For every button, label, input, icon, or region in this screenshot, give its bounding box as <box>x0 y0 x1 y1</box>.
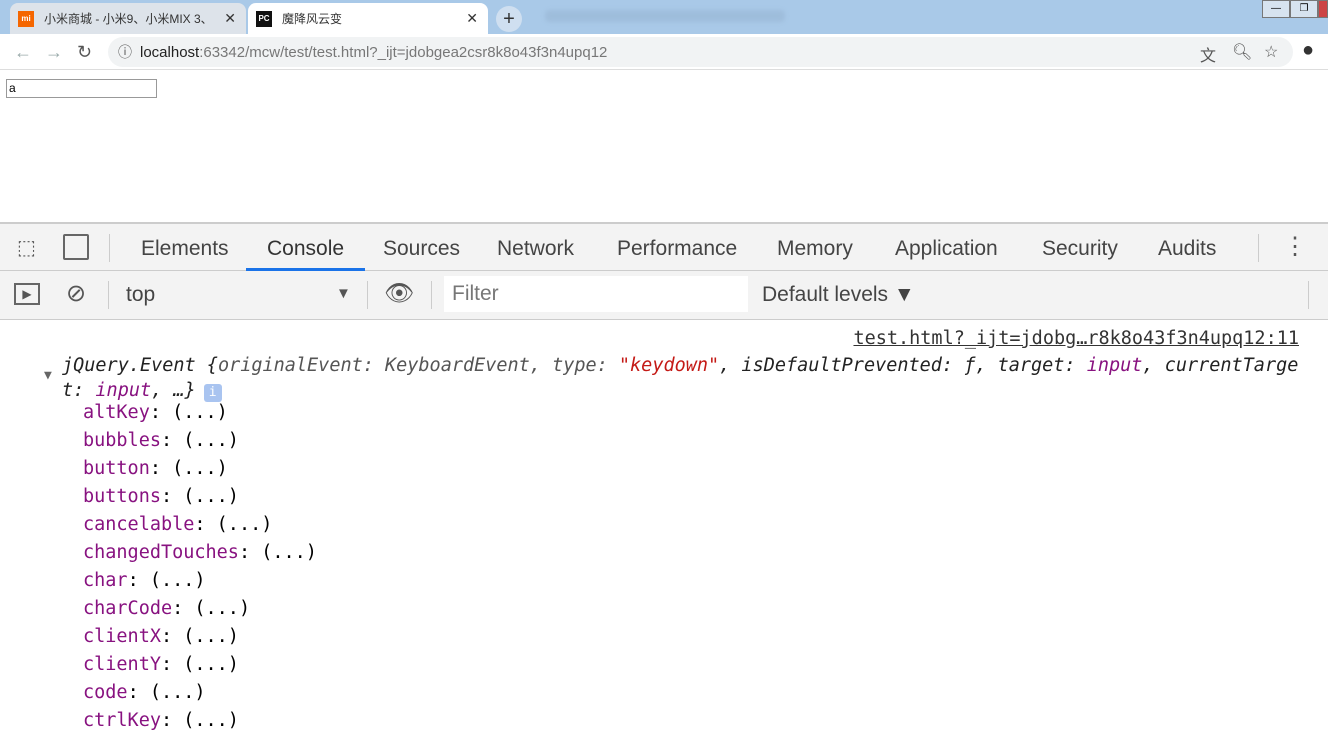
tab-network[interactable]: Network <box>493 224 578 271</box>
tab-security[interactable]: Security <box>1038 224 1122 271</box>
tab-elements[interactable]: Elements <box>137 224 233 271</box>
profile-icon[interactable]: ● <box>1302 39 1314 62</box>
close-tab-icon[interactable]: ✕ <box>466 10 478 27</box>
property-key: ctrlKey <box>83 710 161 731</box>
property-row[interactable]: char: (...) <box>83 567 317 595</box>
blurred-window-title <box>545 10 785 22</box>
tab-performance[interactable]: Performance <box>613 224 741 271</box>
zoom-icon[interactable]: 🔍︎ <box>1232 42 1252 62</box>
pycharm-icon: PC <box>256 10 272 27</box>
property-row[interactable]: cancelable: (...) <box>83 511 317 539</box>
property-row[interactable]: changedTouches: (...) <box>83 539 317 567</box>
minimize-button[interactable]: — <box>1262 0 1290 18</box>
translate-icon[interactable]: 文 <box>1200 42 1216 66</box>
property-key: clientY <box>83 654 161 675</box>
property-value[interactable]: : (...) <box>194 514 272 535</box>
property-row[interactable]: code: (...) <box>83 679 317 707</box>
property-value[interactable]: : (...) <box>161 710 239 731</box>
property-key: code <box>83 682 128 703</box>
tab-title: 小米商城 - 小米9、小米MIX 3、 <box>44 12 213 26</box>
tab-application[interactable]: Application <box>891 224 1002 271</box>
forward-icon[interactable]: → <box>45 42 63 63</box>
property-row[interactable]: clientY: (...) <box>83 651 317 679</box>
tab-sources[interactable]: Sources <box>379 224 464 271</box>
chevron-down-icon[interactable]: ▼ <box>336 285 351 302</box>
property-value[interactable]: : (...) <box>161 486 239 507</box>
property-value[interactable]: : (...) <box>239 542 317 563</box>
tab-memory[interactable]: Memory <box>773 224 857 271</box>
property-value[interactable]: : (...) <box>128 570 206 591</box>
property-row[interactable]: buttons: (...) <box>83 483 317 511</box>
text-input[interactable]: a <box>6 79 157 98</box>
sidebar-toggle-icon[interactable]: ▶ <box>14 283 40 305</box>
property-key: cancelable <box>83 514 195 535</box>
expand-triangle-icon[interactable]: ▼ <box>44 368 52 383</box>
context-select[interactable]: top <box>126 283 155 307</box>
new-tab-button[interactable]: + <box>496 6 522 32</box>
inspect-element-icon[interactable]: ⬚ <box>17 235 36 260</box>
reload-icon[interactable]: ↻ <box>77 42 92 63</box>
property-value[interactable]: : (...) <box>161 626 239 647</box>
property-key: buttons <box>83 486 161 507</box>
tab-active[interactable]: PC 魔降风云变 ✕ <box>248 3 488 34</box>
property-key: charCode <box>83 598 173 619</box>
restore-button[interactable]: ❐ <box>1290 0 1318 18</box>
filter-input[interactable]: Filter <box>444 276 748 312</box>
close-window-button[interactable] <box>1318 0 1328 18</box>
device-toolbar-icon[interactable] <box>63 234 89 260</box>
eye-icon[interactable]: 👁︎ <box>384 279 414 308</box>
tab-console[interactable]: Console <box>246 224 366 271</box>
object-summary[interactable]: jQuery.Event {originalEvent: KeyboardEve… <box>62 353 1310 403</box>
property-value[interactable]: : (...) <box>161 654 239 675</box>
url-input[interactable]: ⓘ localhost:63342/mcw/test/test.html?_ij… <box>108 37 1293 67</box>
property-key: clientX <box>83 626 161 647</box>
property-value[interactable]: : (...) <box>172 598 250 619</box>
property-row[interactable]: bubbles: (...) <box>83 427 317 455</box>
property-key: changedTouches <box>83 542 239 563</box>
property-row[interactable]: altKey: (...) <box>83 399 317 427</box>
back-icon[interactable]: ← <box>14 42 32 63</box>
source-link[interactable]: test.html?_ijt=jdobg…r8k8o43f3n4upq12:11 <box>853 328 1299 349</box>
title-bar: mi 小米商城 - 小米9、小米MIX 3、 ✕ PC 魔降风云变 ✕ + — … <box>0 0 1328 34</box>
url-path: :63342/mcw/test/test.html?_ijt=jdobgea2c… <box>199 43 608 61</box>
property-key: altKey <box>83 402 150 423</box>
log-levels-dropdown[interactable]: Default levels ▼ <box>762 283 915 307</box>
property-value[interactable]: : (...) <box>150 458 228 479</box>
property-key: char <box>83 570 128 591</box>
property-value[interactable]: : (...) <box>128 682 206 703</box>
info-icon[interactable]: ⓘ <box>118 42 132 62</box>
property-key: button <box>83 458 150 479</box>
devtools-panel: ⬚ Elements Console Sources Network Perfo… <box>0 222 1328 731</box>
clear-console-icon[interactable]: ⊘ <box>66 279 86 308</box>
address-bar: ← → ↻ ⓘ localhost:63342/mcw/test/test.ht… <box>0 34 1328 70</box>
property-value[interactable]: : (...) <box>150 402 228 423</box>
tab-title: 魔降风云变 <box>282 12 343 26</box>
tab-audits[interactable]: Audits <box>1154 224 1220 271</box>
property-key: bubbles <box>83 430 161 451</box>
property-row[interactable]: ctrlKey: (...) <box>83 707 317 735</box>
url-host: localhost <box>140 43 200 61</box>
close-tab-icon[interactable]: ✕ <box>224 10 236 27</box>
console-toolbar: ▶ ⊘ top ▼ 👁︎ Filter Default levels ▼ <box>0 271 1328 320</box>
more-menu-icon[interactable]: ⋮ <box>1283 232 1307 261</box>
property-value[interactable]: : (...) <box>161 430 239 451</box>
mi-icon: mi <box>18 10 34 27</box>
page-content: a <box>0 71 1328 222</box>
property-list: altKey: (...) bubbles: (...) button: (...)… <box>83 399 317 735</box>
property-row[interactable]: clientX: (...) <box>83 623 317 651</box>
property-row[interactable]: button: (...) <box>83 455 317 483</box>
property-row[interactable]: charCode: (...) <box>83 595 317 623</box>
tab-xiaomi[interactable]: mi 小米商城 - 小米9、小米MIX 3、 ✕ <box>10 3 246 34</box>
devtools-tabbar: ⬚ Elements Console Sources Network Perfo… <box>0 224 1328 271</box>
star-icon[interactable]: ☆ <box>1264 42 1278 62</box>
